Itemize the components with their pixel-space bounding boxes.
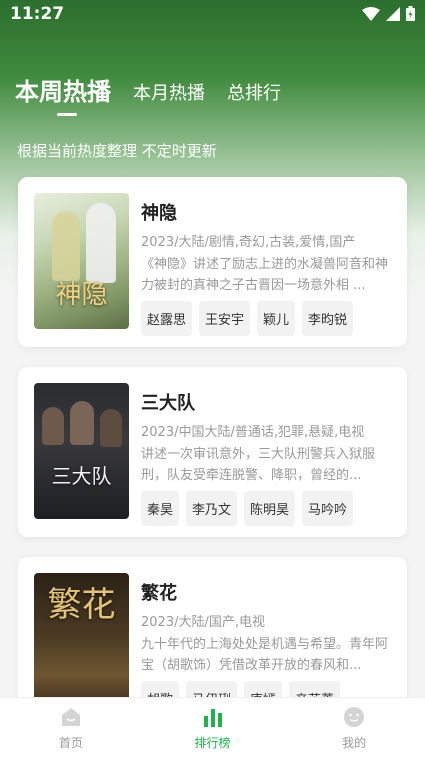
cast-chip[interactable]: 李乃文 bbox=[186, 491, 238, 526]
cast-chip[interactable]: 陈明昊 bbox=[244, 491, 296, 526]
poster-image: 三大队 bbox=[34, 383, 129, 519]
drama-title: 三大队 bbox=[141, 393, 195, 414]
tab-monthly[interactable]: 本月热播 bbox=[133, 79, 205, 107]
ranking-icon bbox=[203, 709, 222, 727]
drama-description: 九十年代的上海处处是机遇与希望。青年阿宝（胡歌饰）凭借改革开放的春风和... bbox=[141, 637, 389, 673]
tab-indicator bbox=[57, 113, 77, 116]
drama-card[interactable]: 三大队 三大队 2023/中国大陆/普通话,犯罪,悬疑,电视 讲述一次审讯意外，… bbox=[18, 367, 407, 537]
nav-profile-label: 我的 bbox=[342, 736, 367, 750]
battery-icon bbox=[406, 6, 415, 21]
cast-chip[interactable]: 李昀锐 bbox=[302, 301, 354, 336]
wifi-icon bbox=[362, 6, 380, 21]
home-icon bbox=[61, 708, 80, 726]
drama-title: 繁花 bbox=[141, 583, 177, 604]
cast-list: 赵露思 王安宇 颖儿 李昀锐 bbox=[141, 301, 354, 336]
drama-meta: 2023/大陆/国产,电视 bbox=[141, 615, 265, 630]
ranking-tabs: 本周热播 本月热播 总排行 bbox=[15, 72, 281, 107]
nav-home-label: 首页 bbox=[58, 736, 83, 750]
drama-meta: 2023/中国大陆/普通话,犯罪,悬疑,电视 bbox=[141, 425, 365, 440]
drama-description: 讲述一次审讯意外，三大队刑警兵入狱服刑，队友受牵连脱警、降职，曾经的... bbox=[141, 447, 376, 483]
profile-icon bbox=[344, 707, 365, 727]
drama-meta: 2023/大陆/剧情,奇幻,古装,爱情,国产 bbox=[141, 235, 356, 250]
poster-title: 繁花 bbox=[47, 585, 116, 625]
nav-profile[interactable]: 我的 bbox=[283, 698, 425, 758]
drama-description: 《神隐》讲述了励志上进的水凝兽阿音和神力被封的真神之子古晋因一场意外相 ... bbox=[141, 257, 389, 293]
cast-chip[interactable]: 赵露思 bbox=[141, 301, 193, 336]
cast-chip[interactable]: 秦昊 bbox=[141, 491, 180, 526]
cast-chip[interactable]: 颖儿 bbox=[257, 301, 296, 336]
ranking-subtitle: 根据当前热度整理 不定时更新 bbox=[17, 142, 217, 160]
nav-ranking[interactable]: 排行榜 bbox=[142, 698, 284, 758]
cast-list: 秦昊 李乃文 陈明昊 马吟吟 bbox=[141, 491, 354, 526]
poster-title: 三大队 bbox=[51, 464, 112, 488]
cast-chip[interactable]: 马吟吟 bbox=[302, 491, 354, 526]
poster-image: 繁花 bbox=[34, 573, 129, 709]
cast-chip[interactable]: 王安宇 bbox=[199, 301, 251, 336]
status-icons bbox=[362, 6, 415, 21]
tab-weekly[interactable]: 本周热播 bbox=[15, 72, 111, 107]
nav-ranking-label: 排行榜 bbox=[194, 736, 231, 750]
poster-title: 神隐 bbox=[55, 280, 108, 310]
tab-overall[interactable]: 总排行 bbox=[227, 79, 281, 107]
signal-icon bbox=[386, 6, 400, 21]
drama-card[interactable]: 神隐 神隐 2023/大陆/剧情,奇幻,古装,爱情,国产 《神隐》讲述了励志上进… bbox=[18, 177, 407, 347]
poster-image: 神隐 bbox=[34, 193, 129, 329]
status-time: 11:27 bbox=[10, 4, 65, 24]
drama-title: 神隐 bbox=[141, 203, 177, 224]
nav-home[interactable]: 首页 bbox=[0, 698, 142, 758]
status-bar: 11:27 bbox=[0, 0, 425, 30]
bottom-navigation: 首页 排行榜 我的 bbox=[0, 697, 425, 758]
